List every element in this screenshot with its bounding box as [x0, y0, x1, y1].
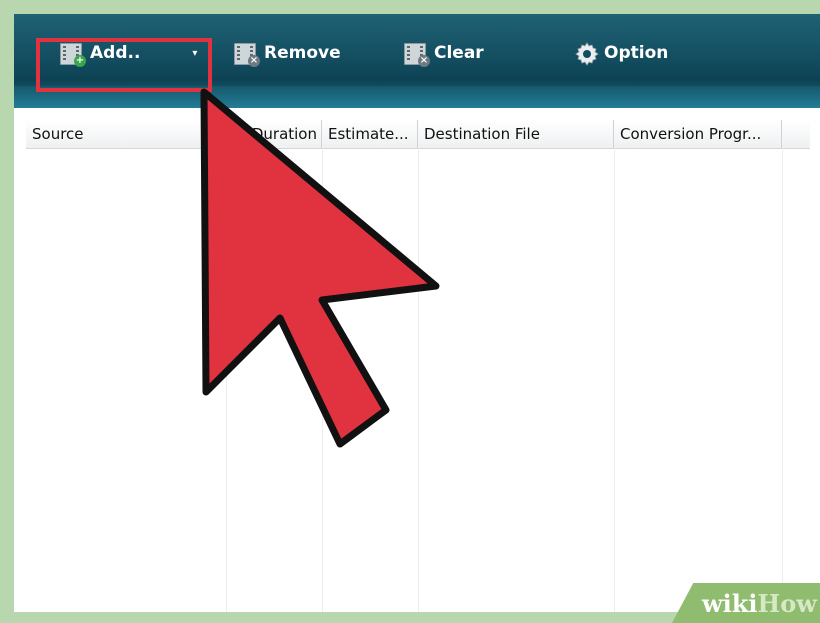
outer-frame-left — [0, 0, 14, 623]
column-divider — [614, 148, 615, 612]
column-header-destination-file[interactable]: Destination File — [418, 120, 614, 148]
remove-button-label: Remove — [264, 43, 341, 63]
clear-list-icon: × — [404, 41, 430, 67]
remove-button[interactable]: × Remove — [234, 36, 341, 70]
column-header-duration[interactable]: Duration — [226, 120, 322, 148]
add-button-highlight — [36, 38, 212, 92]
column-header-estimate[interactable]: Estimate... — [322, 120, 418, 148]
watermark-logo: wikiHow — [702, 589, 817, 618]
column-divider — [322, 148, 323, 612]
gear-icon — [574, 41, 599, 66]
option-button-label: Option — [604, 43, 669, 63]
file-list-header: Source Duration Estimate... Destination … — [26, 120, 810, 149]
remove-video-icon: × — [234, 41, 260, 67]
column-header-source[interactable]: Source — [26, 120, 226, 148]
column-divider — [226, 148, 227, 612]
column-divider — [782, 148, 783, 612]
column-header-conversion-progress[interactable]: Conversion Progr... — [614, 120, 782, 148]
clear-button[interactable]: × Clear — [404, 36, 484, 70]
option-button[interactable]: Option — [574, 36, 668, 70]
outer-frame-top — [0, 0, 820, 14]
clear-button-label: Clear — [434, 43, 484, 63]
column-divider — [418, 148, 419, 612]
file-list[interactable]: Source Duration Estimate... Destination … — [26, 120, 810, 612]
